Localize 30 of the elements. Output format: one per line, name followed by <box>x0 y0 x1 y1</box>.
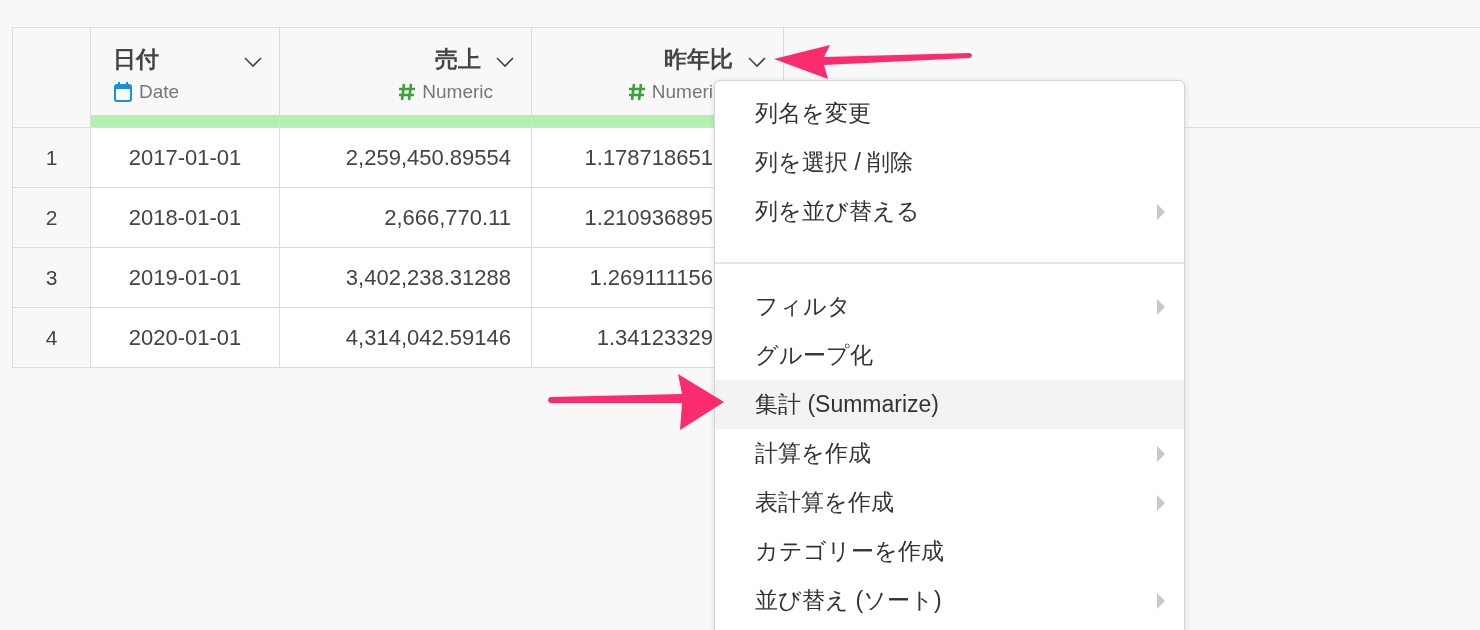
table-cell: 3,402,238.31288 <box>280 248 532 307</box>
hash-icon <box>398 82 417 102</box>
table-cell: 2018-01-01 <box>91 188 280 247</box>
chevron-down-icon[interactable] <box>495 55 515 68</box>
column-header[interactable]: 昨年比 <box>664 44 733 75</box>
submenu-arrow-icon <box>1156 297 1166 316</box>
menu-item[interactable]: 表計算を作成 <box>715 478 1184 527</box>
table-cell: 2020-01-01 <box>91 308 280 367</box>
column-header[interactable]: 売上 <box>435 44 481 75</box>
table-cell: 2017-01-01 <box>91 128 280 187</box>
submenu-arrow-icon <box>1156 202 1166 221</box>
table-cell: 4,314,042.59146 <box>280 308 532 367</box>
chevron-down-icon[interactable] <box>747 55 767 68</box>
column-header[interactable]: 日付 <box>113 44 159 75</box>
column-type-label: Numeric <box>422 81 493 103</box>
menu-item[interactable]: 計算を作成 <box>715 429 1184 478</box>
calendar-icon <box>113 81 133 103</box>
chevron-down-icon[interactable] <box>243 55 263 68</box>
menu-item[interactable]: カテゴリーを作成 <box>715 527 1184 576</box>
hash-icon <box>627 82 646 102</box>
menu-item[interactable]: 集計 (Summarize) <box>715 380 1184 429</box>
column-type-label: Numeri <box>651 81 713 103</box>
table-cell: 2019-01-01 <box>91 248 280 307</box>
table-cell: 2,666,770.11 <box>280 188 532 247</box>
table-cell: 2,259,450.89554 <box>280 128 532 187</box>
column-type-label: Date <box>139 81 180 103</box>
submenu-arrow-icon <box>1156 591 1166 610</box>
submenu-arrow-icon <box>1156 444 1166 463</box>
menu-item[interactable]: 並び替え (ソート) <box>715 576 1184 625</box>
submenu-arrow-icon <box>1156 493 1166 512</box>
